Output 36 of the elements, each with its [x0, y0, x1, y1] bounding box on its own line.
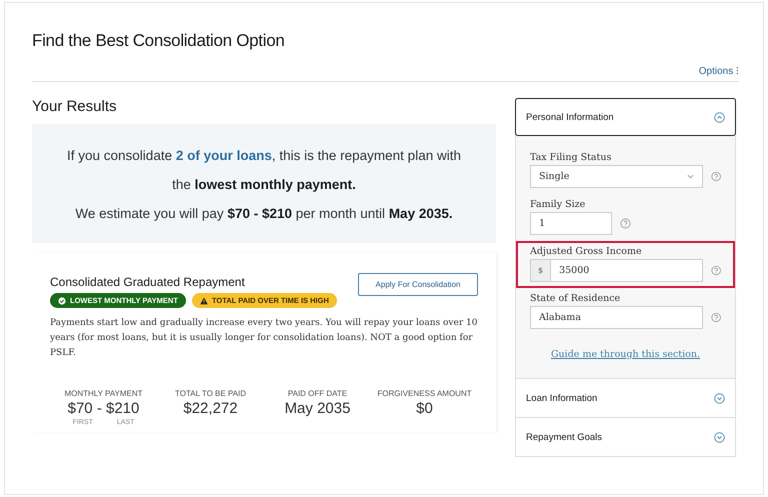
page-title: Find the Best Consolidation Option	[32, 31, 286, 51]
expand-icon	[714, 392, 725, 404]
help-icon[interactable]	[710, 312, 721, 323]
help-icon[interactable]	[620, 218, 631, 229]
loans-link[interactable]: 2 of your loans	[176, 148, 272, 163]
input-field[interactable]: $ 35000	[530, 259, 703, 282]
select-field[interactable]: Single	[530, 165, 703, 188]
summary-text: If you consolidate 2 of your loans, this is the repayment plan with	[67, 148, 461, 163]
accordion-header[interactable]: Personal Information	[515, 98, 736, 136]
input-field[interactable]: Alabama	[530, 306, 703, 329]
help-icon[interactable]	[710, 171, 721, 182]
options-link[interactable]: Options ⁝	[698, 63, 739, 77]
stat-label: PAID OFF DATE	[288, 389, 348, 398]
section-heading: Your Results	[32, 98, 118, 115]
stat-value: $0	[416, 400, 433, 417]
input-field[interactable]: 1	[530, 212, 612, 235]
help-icon[interactable]	[710, 265, 721, 276]
plan-name: Consolidated Graduated Repayment	[50, 275, 246, 289]
plan-description: Payments start low and gradually increase every two years. You will repay your loans over 10 years (for most loans, but it is usually longer for consolidation loans). NOT a good option for PSLF.	[50, 317, 478, 360]
collapse-icon	[714, 112, 725, 122]
apply-button[interactable]: Apply For Consolidation	[358, 273, 478, 296]
field-label: Family Size	[530, 199, 586, 210]
summary-text: the lowest monthly payment.	[172, 177, 356, 192]
stat-value: $70 - $210	[68, 400, 140, 417]
summary-text: We estimate you will pay $70 - $210 per month until May 2035.	[75, 206, 453, 221]
stat-label: MONTHLY PAYMENT	[64, 389, 143, 398]
stat-value: May 2035	[284, 400, 350, 417]
field-label: State of Residence	[530, 293, 622, 304]
stat-label: TOTAL TO BE PAID	[175, 389, 246, 398]
expand-icon	[714, 432, 725, 442]
field-label: Adjusted Gross Income	[530, 246, 643, 257]
stat-value: $22,272	[183, 400, 238, 417]
guide-link[interactable]: Guide me through this section.	[528, 349, 723, 360]
dropdown-caret-icon	[686, 174, 694, 179]
stat-label: FORGIVENESS AMOUNT	[377, 389, 472, 398]
field-label: Tax Filing Status	[530, 152, 612, 163]
